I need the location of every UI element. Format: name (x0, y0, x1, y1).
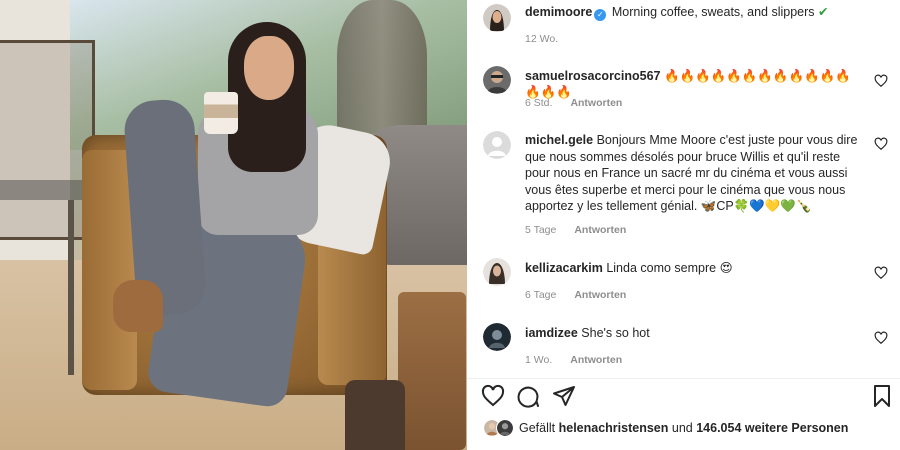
heart-outline-icon[interactable] (874, 74, 888, 88)
share-icon[interactable] (552, 384, 576, 408)
comment-username[interactable]: michel.gele (525, 133, 593, 147)
bookmark-icon[interactable] (870, 384, 894, 408)
comment-text: Linda como sempre 😍 (606, 261, 733, 275)
photo-slipper (113, 280, 163, 332)
photo-tree (337, 0, 427, 140)
post-photo[interactable] (0, 0, 467, 450)
avatar[interactable] (483, 323, 511, 351)
avatar[interactable] (483, 66, 511, 94)
comment-age[interactable]: 1 Wo. (525, 354, 552, 366)
likes-others-link[interactable]: 146.054 weitere Personen (696, 421, 848, 435)
comment-text-block: michel.gele Bonjours Mme Moore c'est jus… (525, 132, 865, 215)
photo-shelf (0, 40, 95, 240)
verified-badge-icon: ✓ (594, 9, 607, 21)
photo-person-face (244, 36, 294, 100)
likes-text: Gefällt helenachristensen und 146.054 we… (519, 421, 848, 435)
heart-outline-icon[interactable] (874, 137, 888, 151)
comment-text-block: iamdizee She's so hot (525, 325, 865, 341)
avatar[interactable] (483, 4, 511, 32)
reply-button[interactable]: Antworten (574, 224, 626, 236)
caption-meta: 12 Wo. (525, 33, 576, 45)
comment-username[interactable]: iamdizee (525, 326, 578, 340)
comment-meta: 6 Std. Antworten (525, 97, 640, 109)
comments-list[interactable]: demimoore ✓ Morning coffee, sweats, and s… (467, 0, 900, 378)
check-mark-icon: ✔ (818, 5, 829, 19)
caption-age[interactable]: 12 Wo. (525, 33, 558, 45)
heart-icon[interactable] (481, 384, 505, 408)
caption-author[interactable]: demimoore (525, 5, 592, 19)
comment-icon[interactable] (516, 384, 540, 408)
comment-age[interactable]: 5 Tage (525, 224, 556, 236)
avatar (496, 419, 514, 437)
likes-user-link[interactable]: helenachristensen (559, 421, 669, 435)
comment-text-block: samuelrosacorcino567 🔥🔥🔥🔥🔥🔥🔥🔥🔥🔥🔥🔥🔥🔥🔥 (525, 68, 865, 100)
photo-coffee-cup (204, 92, 238, 134)
comment-meta: 5 Tage Antworten (525, 224, 644, 236)
heart-outline-icon[interactable] (874, 331, 888, 345)
likes-connector: und (671, 421, 693, 435)
reply-button[interactable]: Antworten (570, 354, 622, 366)
comment-age[interactable]: 6 Std. (525, 97, 552, 109)
reply-button[interactable]: Antworten (570, 97, 622, 109)
comment-age[interactable]: 6 Tage (525, 289, 556, 301)
caption-text-block: demimoore ✓ Morning coffee, sweats, and s… (525, 5, 865, 21)
photo-side-table (0, 180, 85, 200)
avatar[interactable] (483, 258, 511, 286)
comment-meta: 1 Wo. Antworten (525, 354, 640, 366)
likes-prefix: Gefällt (519, 421, 556, 435)
comment-text-block: kellizacarkim Linda como sempre 😍 (525, 260, 865, 276)
comment-username[interactable]: samuelrosacorcino567 (525, 69, 661, 83)
reply-button[interactable]: Antworten (574, 289, 626, 301)
photo-handbag (398, 292, 466, 450)
heart-outline-icon[interactable] (874, 266, 888, 280)
photo-table-leg (68, 200, 74, 375)
comment-meta: 6 Tage Antworten (525, 289, 644, 301)
avatar[interactable] (483, 131, 511, 159)
post-action-bar (467, 381, 900, 413)
post-side-panel: demimoore ✓ Morning coffee, sweats, and s… (467, 0, 900, 450)
divider (467, 378, 900, 379)
caption-text: Morning coffee, sweats, and slippers (611, 5, 815, 19)
comment-text: She's so hot (581, 326, 650, 340)
comment-username[interactable]: kellizacarkim (525, 261, 603, 275)
photo-boots (345, 380, 405, 450)
